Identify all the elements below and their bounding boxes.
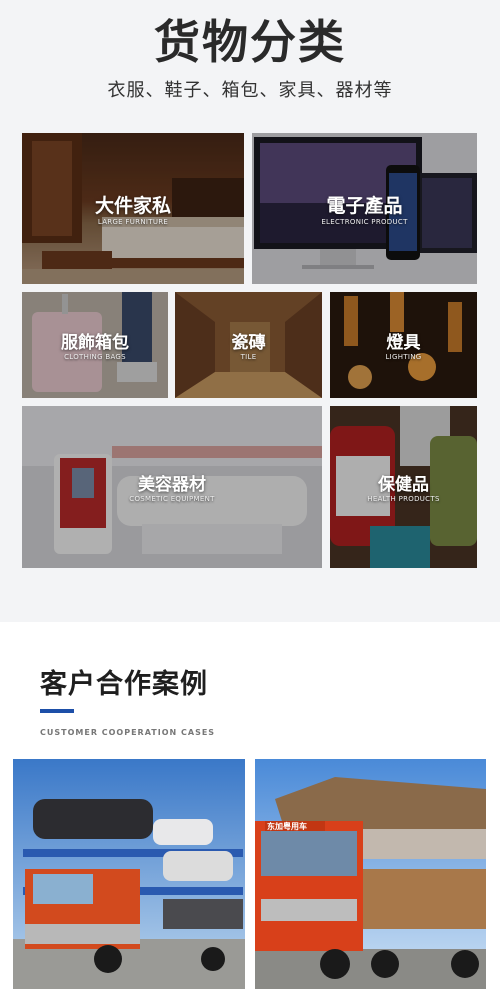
category-tile-cosmetic-equipment[interactable]: 美容器材 COSMETIC EQUIPMENT — [22, 406, 322, 568]
category-label-en: ELECTRONIC PRODUCT — [321, 218, 408, 226]
cases-subtitle-en: CUSTOMER COOPERATION CASES — [40, 728, 216, 737]
category-tile-lighting[interactable]: 燈具 LIGHTING — [330, 292, 477, 398]
cases-title: 客户合作案例 — [40, 669, 208, 700]
category-label-en: LIGHTING — [385, 353, 422, 361]
category-label: 美容器材 — [138, 475, 206, 495]
category-label: 瓷磚 — [231, 333, 266, 353]
category-label: 電子產品 — [326, 195, 403, 217]
category-label-en: CLOTHING BAGS — [64, 353, 126, 361]
category-label-en: COSMETIC EQUIPMENT — [129, 495, 215, 503]
category-label: 服飾箱包 — [61, 333, 129, 353]
category-label: 大件家私 — [94, 195, 171, 217]
truck-sign: 东加粤用车 — [267, 822, 307, 831]
category-tile-furniture[interactable]: 大件家私 LARGE FURNITURE — [22, 133, 244, 284]
category-tile-clothing-bags[interactable]: 服飾箱包 CLOTHING BAGS — [22, 292, 168, 398]
category-label-en: HEALTH PRODUCTS — [367, 495, 440, 503]
cases-section: 客户合作案例 CUSTOMER COOPERATION CASES 东加粤用车 — [0, 622, 500, 1003]
category-tile-electronics[interactable]: 電子產品 ELECTRONIC PRODUCT — [252, 133, 477, 284]
category-label: 保健品 — [378, 475, 429, 495]
car-carrier-truck-photo — [13, 759, 245, 989]
category-label: 燈具 — [386, 333, 421, 353]
page-title: 货物分类 — [154, 15, 346, 69]
cargo-truck-photo: 东加粤用车 — [255, 759, 486, 989]
category-tile-tile[interactable]: 瓷磚 TILE — [175, 292, 322, 398]
page-subtitle: 衣服、鞋子、箱包、家具、器材等 — [107, 80, 393, 101]
category-label-en: TILE — [240, 353, 257, 361]
cases-title-underline — [40, 709, 74, 713]
category-section: 货物分类 衣服、鞋子、箱包、家具、器材等 大件家私 LARGE FURNITUR… — [0, 0, 500, 622]
category-tile-health-products[interactable]: 保健品 HEALTH PRODUCTS — [330, 406, 477, 568]
category-label-en: LARGE FURNITURE — [97, 218, 169, 226]
